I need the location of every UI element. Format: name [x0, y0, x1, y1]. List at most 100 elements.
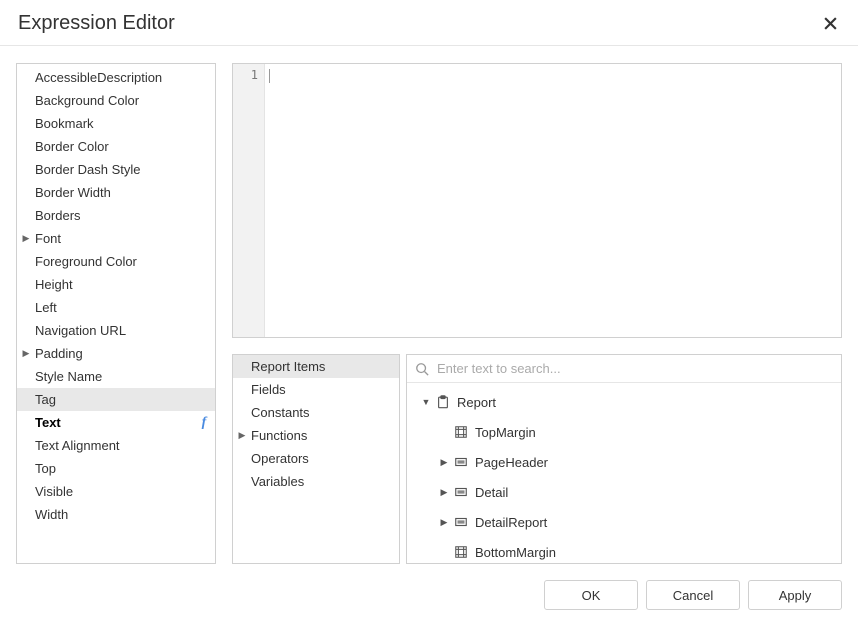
property-row[interactable]: Foreground Color: [17, 250, 215, 273]
items-panel: ▼ Report TopMargin ▶ PageHeader ▶ Detail ▶ Detai…: [406, 354, 842, 564]
property-row[interactable]: AccessibleDescription: [17, 66, 215, 89]
tree-label: PageHeader: [475, 455, 841, 470]
margin-icon: [453, 544, 469, 560]
category-row[interactable]: ▶Functions: [233, 424, 399, 447]
expression-editor-dialog: Expression Editor AccessibleDescription B…: [0, 0, 858, 626]
dialog-body: AccessibleDescription Background Color Boo…: [0, 47, 858, 580]
tree-label: DetailReport: [475, 515, 841, 530]
dialog-footer: OK Cancel Apply: [0, 580, 858, 626]
cancel-button[interactable]: Cancel: [646, 580, 740, 610]
property-label: Visible: [35, 484, 215, 499]
property-row[interactable]: ▶Font: [17, 227, 215, 250]
search-icon: [415, 362, 429, 376]
search-bar: [407, 355, 841, 383]
band-icon: [453, 484, 469, 500]
property-label: Text Alignment: [35, 438, 215, 453]
property-label: Height: [35, 277, 215, 292]
fx-icon: f: [197, 415, 215, 431]
tree-row[interactable]: ▶ DetailReport: [407, 507, 841, 537]
property-label: Top: [35, 461, 215, 476]
category-row[interactable]: Constants: [233, 401, 399, 424]
tree-caret-icon: ▶: [437, 517, 451, 528]
category-label: Constants: [251, 405, 399, 420]
property-label: Font: [35, 231, 215, 246]
property-label: Border Dash Style: [35, 162, 215, 177]
line-number: 1: [233, 68, 258, 82]
property-row[interactable]: Top: [17, 457, 215, 480]
band-icon: [453, 514, 469, 530]
property-label: Navigation URL: [35, 323, 215, 338]
search-input[interactable]: [437, 361, 833, 376]
tree-label: Report: [457, 395, 841, 410]
category-label: Functions: [251, 428, 399, 443]
editor-content[interactable]: [265, 64, 841, 337]
clipboard-icon: [435, 394, 451, 410]
property-label: Background Color: [35, 93, 215, 108]
apply-button[interactable]: Apply: [748, 580, 842, 610]
tree-caret-icon: ▶: [437, 457, 451, 468]
category-row[interactable]: Report Items: [233, 355, 399, 378]
close-icon: [823, 16, 838, 31]
report-items-tree[interactable]: ▼ Report TopMargin ▶ PageHeader ▶ Detail ▶ Detai…: [407, 383, 841, 563]
expand-caret-icon: ▶: [17, 233, 35, 244]
expression-code-editor[interactable]: 1: [232, 63, 842, 338]
dialog-title: Expression Editor: [18, 12, 175, 35]
property-row[interactable]: Border Color: [17, 135, 215, 158]
property-label: AccessibleDescription: [35, 70, 215, 85]
category-list[interactable]: Report ItemsFieldsConstants▶FunctionsOpe…: [232, 354, 400, 564]
property-row[interactable]: Border Width: [17, 181, 215, 204]
property-row[interactable]: Text Alignment: [17, 434, 215, 457]
property-row[interactable]: Left: [17, 296, 215, 319]
titlebar: Expression Editor: [0, 0, 858, 46]
property-label: Border Color: [35, 139, 215, 154]
expand-caret-icon: ▶: [233, 430, 251, 441]
property-row[interactable]: Background Color: [17, 89, 215, 112]
property-row[interactable]: Width: [17, 503, 215, 526]
tree-row[interactable]: TopMargin: [407, 417, 841, 447]
editor-cursor: [269, 69, 270, 83]
property-row[interactable]: Visible: [17, 480, 215, 503]
margin-icon: [453, 424, 469, 440]
property-label: Left: [35, 300, 215, 315]
property-label: Bookmark: [35, 116, 215, 131]
properties-panel[interactable]: AccessibleDescription Background Color Boo…: [16, 63, 216, 564]
property-row[interactable]: Height: [17, 273, 215, 296]
category-row[interactable]: Fields: [233, 378, 399, 401]
band-icon: [453, 454, 469, 470]
tree-label: TopMargin: [475, 425, 841, 440]
expand-caret-icon: ▶: [17, 348, 35, 359]
category-label: Report Items: [251, 359, 399, 374]
right-pane: 1 Report ItemsFieldsConstants▶FunctionsO…: [232, 63, 842, 564]
tree-row[interactable]: ▶ PageHeader: [407, 447, 841, 477]
property-row[interactable]: Border Dash Style: [17, 158, 215, 181]
tree-row[interactable]: ▼ Report: [407, 387, 841, 417]
property-row[interactable]: Textf: [17, 411, 215, 434]
close-button[interactable]: [820, 14, 840, 34]
property-row[interactable]: Navigation URL: [17, 319, 215, 342]
selectors-row: Report ItemsFieldsConstants▶FunctionsOpe…: [232, 354, 842, 564]
property-row[interactable]: Style Name: [17, 365, 215, 388]
category-label: Operators: [251, 451, 399, 466]
tree-label: BottomMargin: [475, 545, 841, 560]
property-label: Tag: [35, 392, 215, 407]
property-label: Text: [35, 415, 197, 430]
tree-label: Detail: [475, 485, 841, 500]
category-label: Variables: [251, 474, 399, 489]
ok-button[interactable]: OK: [544, 580, 638, 610]
property-label: Width: [35, 507, 215, 522]
property-label: Style Name: [35, 369, 215, 384]
property-row[interactable]: Bookmark: [17, 112, 215, 135]
property-row[interactable]: Tag: [17, 388, 215, 411]
tree-row[interactable]: ▶ Detail: [407, 477, 841, 507]
property-label: Borders: [35, 208, 215, 223]
tree-caret-icon: ▼: [419, 397, 433, 407]
category-label: Fields: [251, 382, 399, 397]
property-row[interactable]: ▶Padding: [17, 342, 215, 365]
category-row[interactable]: Operators: [233, 447, 399, 470]
tree-row[interactable]: BottomMargin: [407, 537, 841, 563]
property-label: Padding: [35, 346, 215, 361]
property-row[interactable]: Borders: [17, 204, 215, 227]
category-row[interactable]: Variables: [233, 470, 399, 493]
tree-caret-icon: ▶: [437, 487, 451, 498]
editor-gutter: 1: [233, 64, 265, 337]
